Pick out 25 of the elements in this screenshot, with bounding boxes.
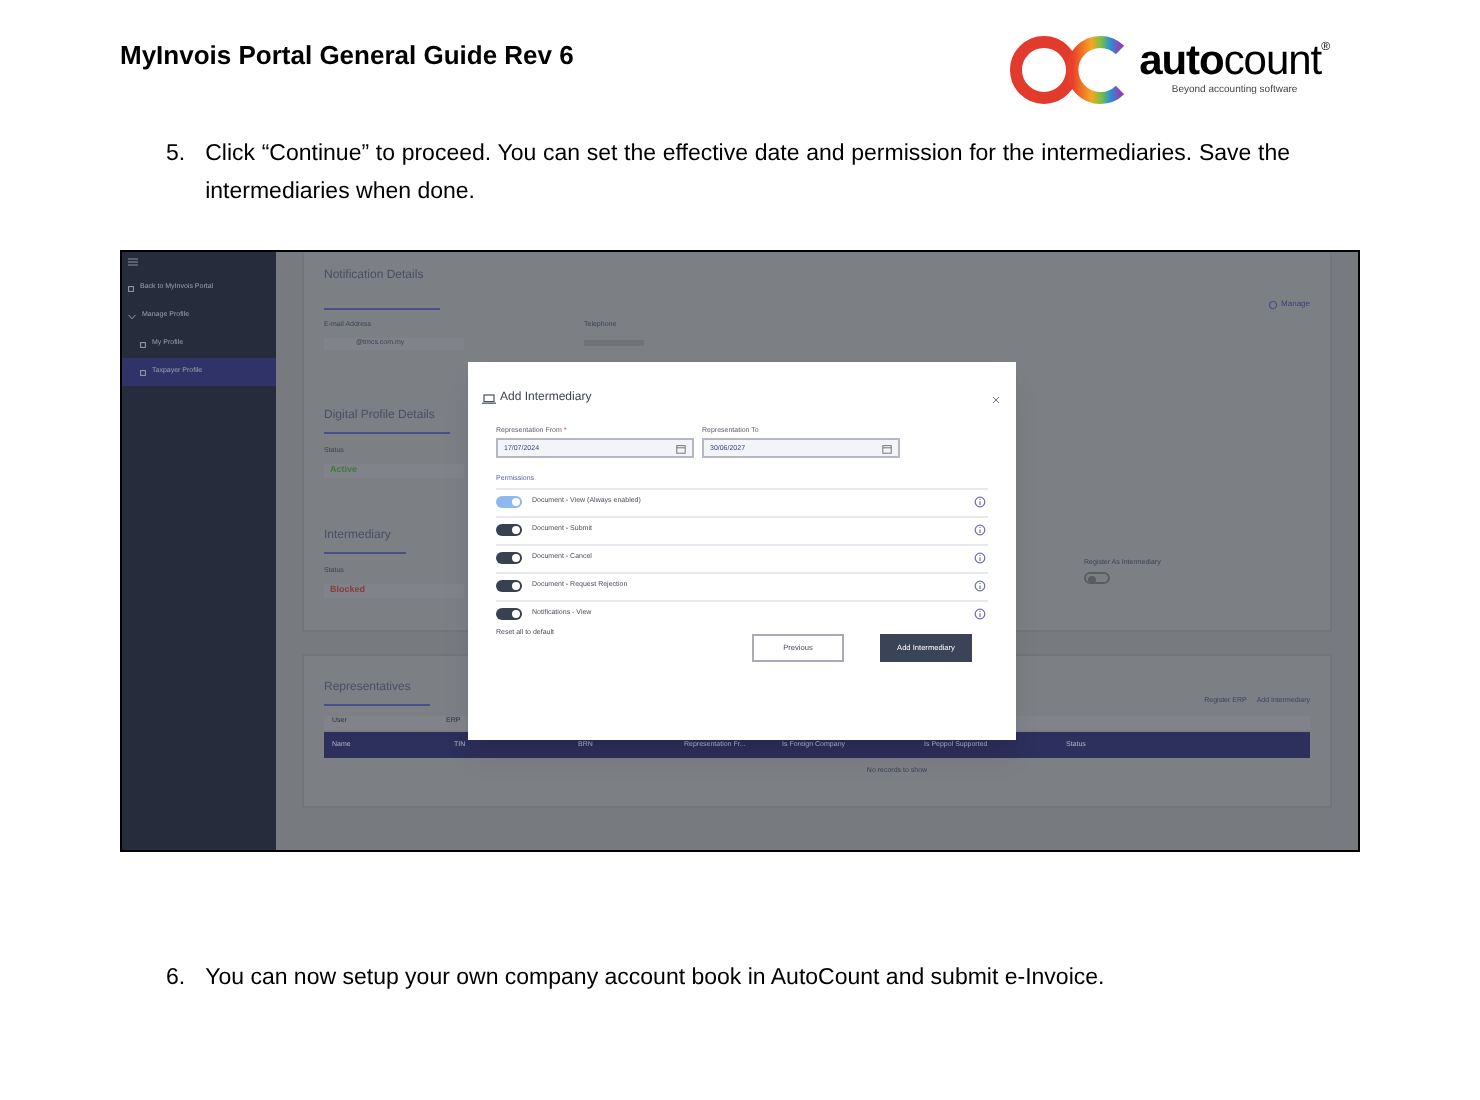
gear-icon [1267,299,1278,309]
chevron-icon [128,313,136,319]
page-icon [128,285,134,291]
step-text: Click “Continue” to proceed. You can set the effective date and permission for the intermediaries. Save the intermediaries when done. [205,140,1290,208]
laptop-icon [482,394,496,404]
calendar-icon [882,443,892,454]
toggle-switch[interactable] [1084,572,1110,585]
info-icon[interactable] [974,496,986,508]
brand-name: autocount [1139,40,1322,85]
step-number: 5. [166,140,186,170]
info-icon[interactable] [974,608,986,620]
close-icon[interactable] [992,395,1000,403]
step-text: You can now setup your own company account book in AutoCount and submit e-Invoice. [205,964,1105,994]
toggle-switch[interactable] [496,552,522,564]
document-title: MyInvois Portal General Guide Rev 6 [120,38,574,74]
toggle-switch[interactable] [496,580,522,592]
info-icon[interactable] [974,524,986,536]
calendar-icon [676,443,686,454]
info-icon[interactable] [974,580,986,592]
toggle-switch[interactable] [496,524,522,536]
info-icon[interactable] [974,552,986,564]
step-number: 6. [166,964,186,994]
page-icon [140,369,146,375]
page-icon [140,341,146,347]
toggle-switch[interactable] [496,608,522,620]
